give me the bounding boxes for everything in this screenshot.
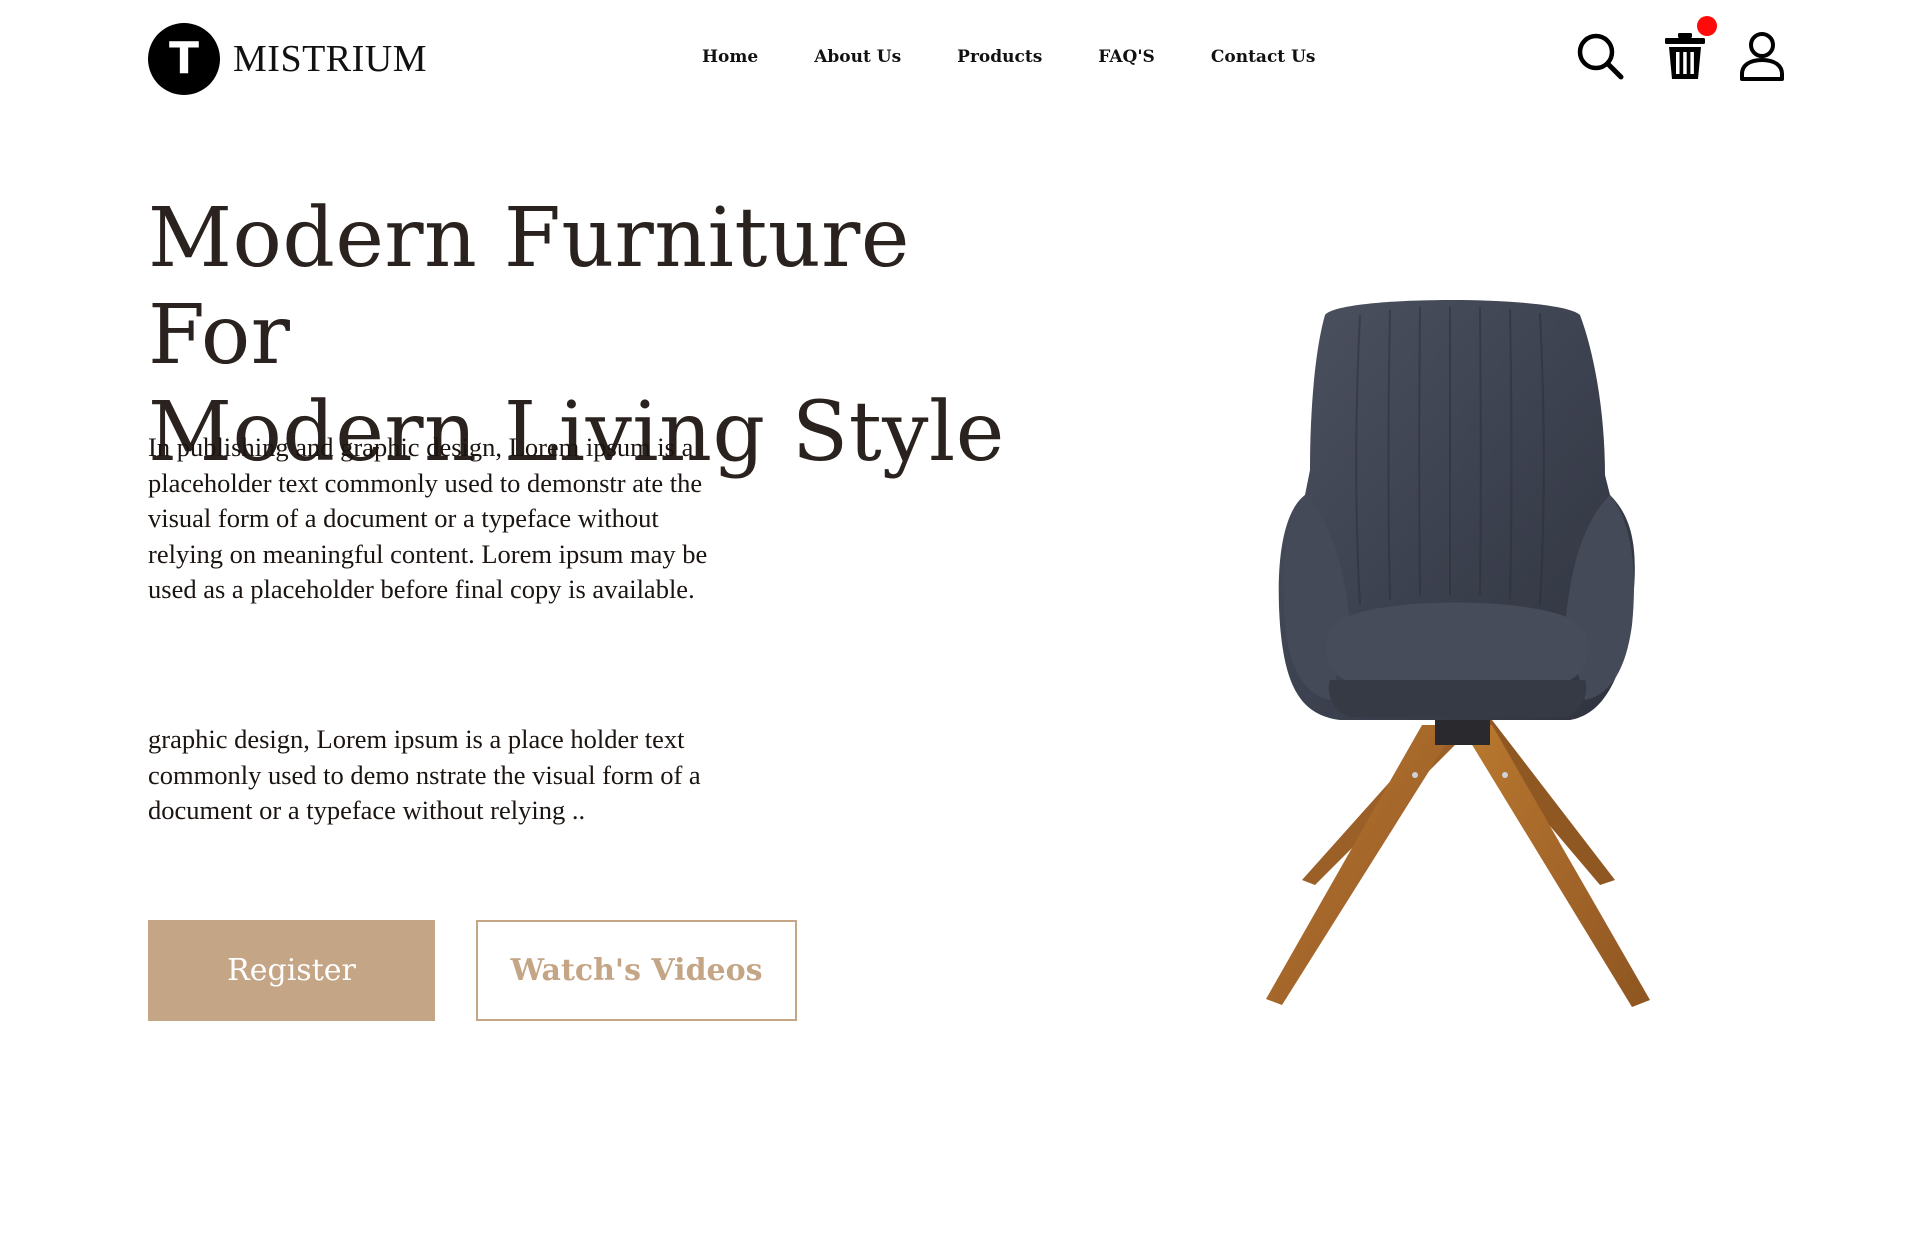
register-button[interactable]: Register bbox=[148, 920, 435, 1021]
nav-products[interactable]: Products bbox=[957, 47, 1042, 67]
brand-name: MISTRIUM bbox=[233, 38, 428, 80]
user-icon[interactable] bbox=[1736, 30, 1788, 82]
landing-page: T MISTRIUM Home About Us Products FAQ'S … bbox=[0, 0, 1917, 1249]
hero-title-line1: Modern Furniture For bbox=[148, 191, 910, 383]
nav-contact-us[interactable]: Contact Us bbox=[1211, 47, 1316, 67]
brand-logo[interactable]: T MISTRIUM bbox=[148, 23, 427, 95]
main-nav: Home About Us Products FAQ'S Contact Us bbox=[702, 47, 1315, 67]
header-actions bbox=[1574, 30, 1784, 90]
watch-videos-button[interactable]: Watch's Videos bbox=[476, 920, 797, 1021]
hero-description: In publishing and graphic design, Lorem … bbox=[148, 432, 708, 604]
logo-mark: T bbox=[148, 23, 220, 95]
nav-faqs[interactable]: FAQ'S bbox=[1098, 47, 1155, 67]
nav-home[interactable]: Home bbox=[702, 47, 758, 67]
hero-subdescription: graphic design, Lorem ipsum is a place h… bbox=[148, 724, 701, 825]
trash-bin-cart-icon[interactable] bbox=[1659, 30, 1711, 82]
armchair-image bbox=[1230, 295, 1690, 1015]
nav-about-us[interactable]: About Us bbox=[814, 47, 901, 67]
search-icon[interactable] bbox=[1574, 30, 1626, 82]
cart-notification-badge bbox=[1697, 16, 1717, 36]
